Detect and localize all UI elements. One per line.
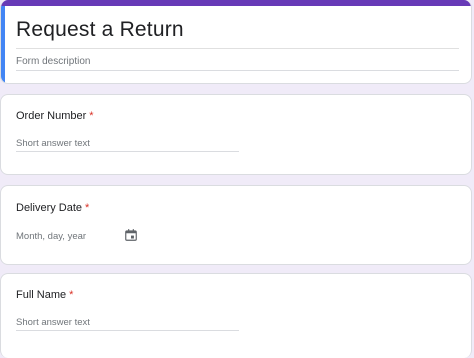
short-answer-placeholder: Short answer text (16, 138, 90, 149)
required-asterisk: * (89, 110, 94, 122)
form-description-field[interactable]: Form description (16, 56, 90, 67)
form-title[interactable]: Request a Return (16, 18, 184, 42)
question-label: Full Name * (16, 289, 73, 301)
question-card-full-name[interactable]: Full Name * Short answer text (0, 273, 472, 358)
calendar-icon[interactable] (124, 228, 138, 242)
title-underline (16, 48, 459, 49)
description-underline (16, 70, 459, 71)
question-title: Full Name (16, 289, 67, 301)
question-label: Order Number * (16, 110, 94, 122)
question-title: Delivery Date (16, 202, 83, 214)
question-card-order-number[interactable]: Order Number * Short answer text (0, 94, 472, 175)
theme-color-bar (1, 0, 471, 6)
selected-card-indicator (1, 6, 5, 83)
date-placeholder: Month, day, year (16, 231, 87, 242)
question-card-delivery-date[interactable]: Delivery Date * Month, day, year (0, 185, 472, 265)
short-answer-underline (16, 330, 239, 331)
question-title: Order Number (16, 110, 87, 122)
form-header-card[interactable]: Request a Return Form description (0, 0, 472, 84)
question-label: Delivery Date * (16, 202, 89, 214)
required-asterisk: * (85, 202, 90, 214)
required-asterisk: * (69, 289, 74, 301)
short-answer-underline (16, 151, 239, 152)
short-answer-placeholder: Short answer text (16, 317, 90, 328)
